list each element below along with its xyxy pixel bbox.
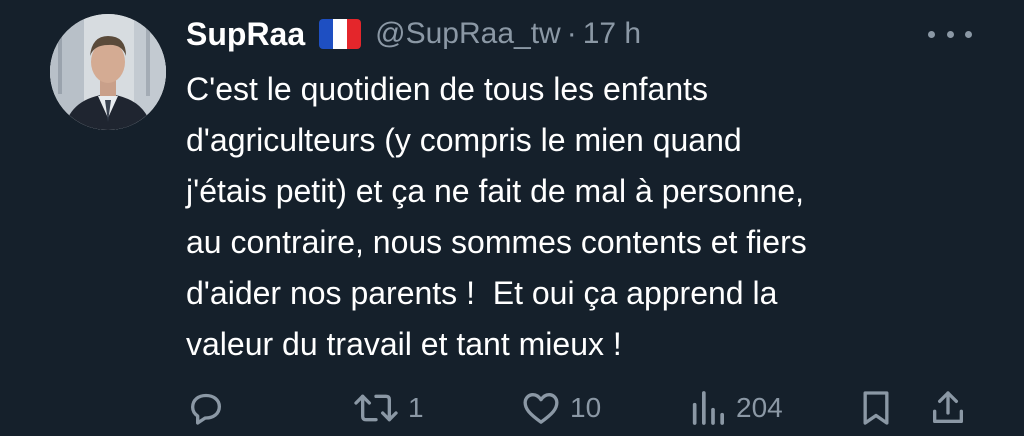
- retweet-button[interactable]: 1: [352, 384, 424, 432]
- retweet-icon: [354, 394, 398, 422]
- display-name[interactable]: SupRaa: [186, 16, 305, 53]
- bookmark-icon: [863, 391, 889, 425]
- tweet-text: C'est le quotidien de tous les enfants d…: [186, 71, 807, 362]
- more-options-icon[interactable]: [928, 22, 972, 46]
- like-button[interactable]: 10: [520, 384, 601, 432]
- views-count: 204: [736, 392, 783, 423]
- bookmark-button[interactable]: [856, 384, 896, 432]
- like-count: 10: [570, 392, 602, 423]
- heart-icon: [523, 393, 559, 424]
- france-flag-icon: [319, 19, 362, 49]
- avatar[interactable]: [50, 14, 166, 130]
- avatar-image: [50, 14, 166, 130]
- tweet-actions: 1 10 204: [186, 384, 986, 432]
- share-button[interactable]: [928, 384, 968, 432]
- reply-button[interactable]: [186, 384, 226, 432]
- timestamp[interactable]: 17 h: [583, 17, 641, 51]
- views-button[interactable]: 204: [688, 384, 783, 432]
- separator-dot: ·: [566, 17, 577, 50]
- share-icon: [933, 391, 963, 423]
- tweet-header: SupRaa @SupRaa_tw · 17 h: [186, 12, 641, 56]
- reply-icon: [191, 393, 221, 425]
- retweet-count: 1: [408, 392, 424, 423]
- views-icon: [692, 391, 724, 425]
- tweet[interactable]: SupRaa @SupRaa_tw · 17 h C'est le quotid…: [0, 0, 1024, 436]
- user-handle[interactable]: @SupRaa_tw: [375, 17, 561, 51]
